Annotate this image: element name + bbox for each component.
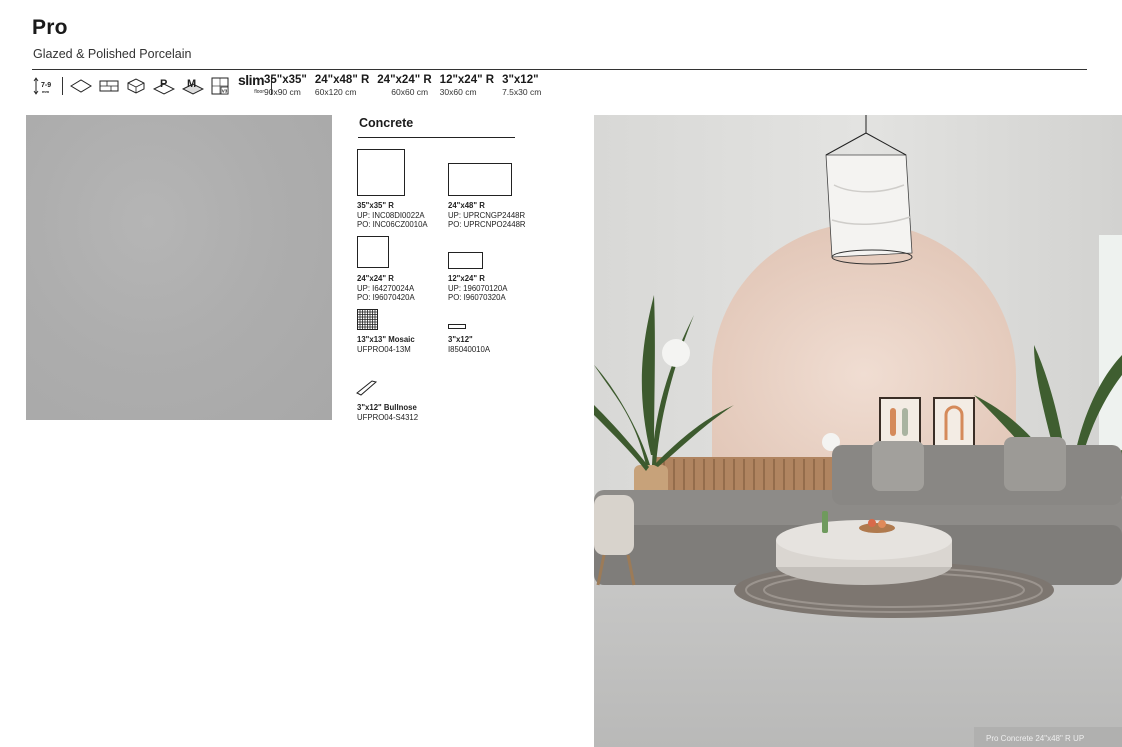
color-swatch bbox=[26, 115, 332, 420]
product-subtitle: Glazed & Polished Porcelain bbox=[33, 47, 192, 61]
thickness-icon: 7-9 mm bbox=[33, 77, 55, 95]
shade-variation-icon: V3 bbox=[211, 77, 231, 95]
svg-text:7-9: 7-9 bbox=[41, 82, 51, 89]
product-title: Pro bbox=[32, 16, 68, 39]
size-inches: 35"x35" bbox=[264, 74, 307, 86]
wall-tile-icon bbox=[99, 79, 119, 93]
color-name: Concrete bbox=[359, 116, 414, 130]
color-divider bbox=[358, 137, 515, 138]
size-cm: 60x120 cm bbox=[314, 87, 357, 97]
tile-24x24-shape bbox=[357, 236, 389, 268]
product-item: 3"x12" Bullnose UFPRO04-S4312 bbox=[357, 403, 419, 422]
matte-icon: M bbox=[182, 76, 204, 96]
size-item: 24"x24" R 60x60 cm bbox=[377, 74, 431, 97]
slim-icon: slim floor bbox=[238, 72, 265, 95]
tile-35x35-shape bbox=[357, 149, 405, 196]
product-item: 24"x48" R UP: UPRCNGP2448R PO: UPRCNPO24… bbox=[448, 201, 526, 229]
outdoor-tile-icon bbox=[126, 77, 146, 95]
mosaic-shape bbox=[357, 309, 378, 335]
header-divider bbox=[32, 69, 1087, 70]
size-cm: 30x60 cm bbox=[439, 87, 477, 97]
size-item: 12"x24" R 30x60 cm bbox=[440, 74, 494, 97]
size-inches: 24"x24" R bbox=[377, 74, 432, 86]
size-item: 3"x12" 7.5x30 cm bbox=[502, 74, 541, 97]
svg-text:V3: V3 bbox=[222, 89, 228, 94]
size-item: 35"x35" 90x90 cm bbox=[264, 74, 307, 97]
svg-text:mm: mm bbox=[42, 89, 50, 94]
product-item: 35"x35" R UP: INC08DI0022A PO: INC06CZ00… bbox=[357, 201, 428, 229]
svg-text:M: M bbox=[187, 78, 196, 90]
size-item: 24"x48" R 60x120 cm bbox=[315, 74, 369, 97]
size-cm: 60x60 cm bbox=[391, 87, 429, 97]
product-item: 24"x24" R UP: I64270024A PO: I96070420A bbox=[357, 274, 415, 302]
product-item: 3"x12" I85040010A bbox=[448, 335, 491, 354]
product-item: 12"x24" R UP: 196070120A PO: I96070320A bbox=[448, 274, 508, 302]
size-list: 35"x35" 90x90 cm 24"x48" R 60x120 cm 24"… bbox=[264, 74, 549, 97]
icon-separator bbox=[62, 77, 63, 95]
size-inches: 24"x48" R bbox=[314, 74, 370, 86]
bullnose-shape bbox=[356, 379, 378, 402]
tile-3x12-shape bbox=[448, 324, 466, 329]
floor-tile-icon bbox=[70, 79, 92, 93]
size-inches: 12"x24" R bbox=[439, 74, 495, 86]
polished-icon: P bbox=[153, 76, 175, 96]
room-scene-photo bbox=[594, 115, 1122, 747]
svg-text:P: P bbox=[160, 78, 167, 90]
photo-caption: Pro Concrete 24"x48" R UP bbox=[986, 734, 1085, 743]
size-cm: 7.5x30 cm bbox=[502, 87, 542, 97]
size-cm: 90x90 cm bbox=[264, 87, 301, 97]
tile-24x48-shape bbox=[448, 163, 512, 196]
feature-icons: 7-9 mm P M V3 slim floor bbox=[33, 72, 273, 97]
tile-12x24-shape bbox=[448, 252, 483, 269]
size-inches: 3"x12" bbox=[502, 74, 539, 86]
product-item: 13"x13" Mosaic UFPRO04-13M bbox=[357, 335, 415, 354]
